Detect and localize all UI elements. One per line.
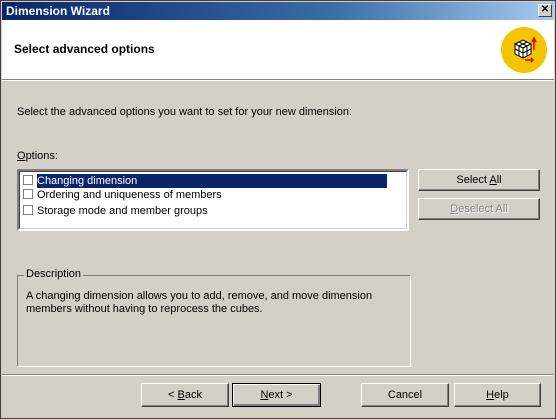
description-legend: Description [24,268,84,280]
description-text: A changing dimension allows you to add, … [26,290,373,315]
option-storage-mode[interactable]: Storage mode and member groups [22,204,410,218]
deselect-all-button[interactable]: Deselect All [418,198,540,220]
close-button[interactable]: ✕ [538,4,552,17]
back-button[interactable]: < Back [141,383,229,407]
intro-text: Select the advanced options you want to … [17,106,353,118]
page-title: Select advanced options [14,42,155,56]
help-button[interactable]: Help [454,383,541,407]
title-bar[interactable]: Dimension Wizard ✕ [2,2,554,20]
option-label: Changing dimension [35,173,389,189]
option-label: Ordering and uniqueness of members [37,189,222,201]
dimension-wizard-window: Dimension Wizard ✕ Select advanced optio… [0,0,556,419]
option-label: Storage mode and member groups [37,205,208,217]
option-checkbox[interactable] [23,205,33,215]
header-divider [2,80,554,81]
footer-separator [2,374,554,376]
next-button[interactable]: Next > [232,383,321,407]
option-checkbox[interactable] [23,175,33,185]
wizard-header: Select advanced options [2,20,554,80]
options-label: Options: [17,150,58,162]
option-changing-dimension[interactable]: Changing dimension [22,173,410,189]
close-icon: ✕ [540,4,550,15]
option-checkbox[interactable] [23,189,33,199]
description-groupbox: Description A changing dimension allows … [17,268,411,367]
select-all-button[interactable]: Select All [418,169,540,191]
window-title: Dimension Wizard [6,4,110,18]
options-listbox[interactable]: Changing dimension Ordering and uniquene… [17,169,409,231]
cancel-button[interactable]: Cancel [361,383,449,407]
cube-wizard-icon [501,27,547,73]
option-ordering-uniqueness[interactable]: Ordering and uniqueness of members [22,188,410,202]
